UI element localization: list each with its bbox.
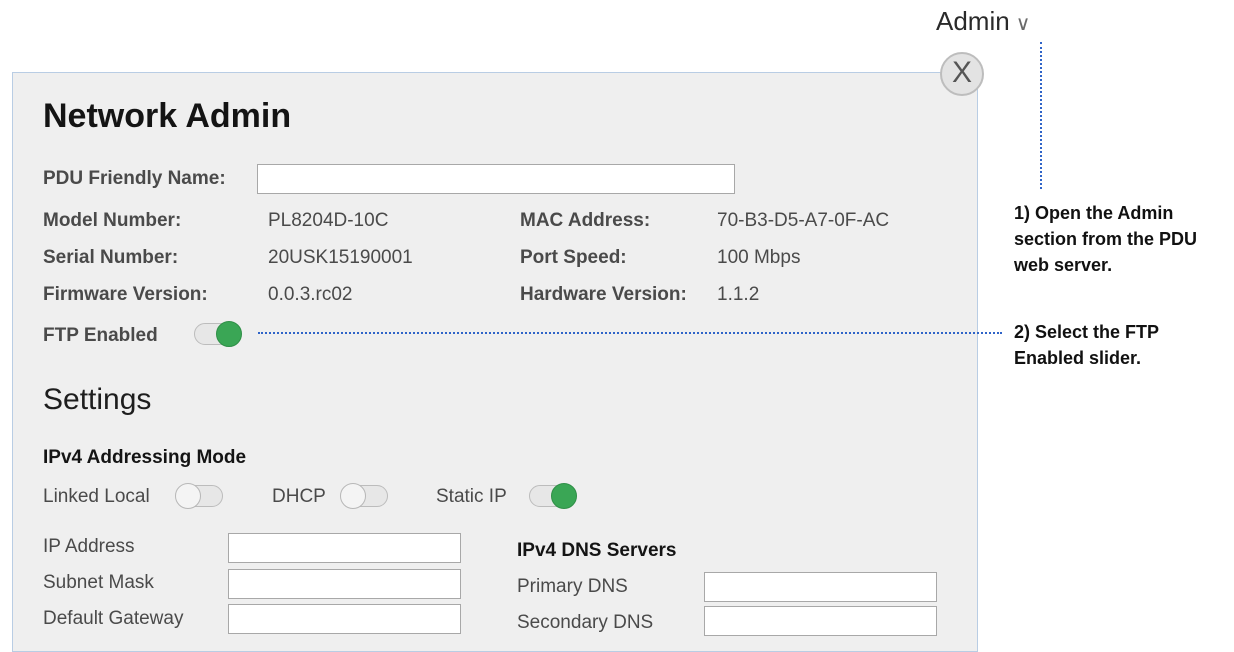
mac-address-label: MAC Address: xyxy=(520,210,651,231)
linked-local-toggle[interactable] xyxy=(175,483,223,509)
dns-servers-heading: IPv4 DNS Servers xyxy=(517,540,677,561)
toggle-knob xyxy=(551,483,577,509)
ftp-enabled-label: FTP Enabled xyxy=(43,325,158,346)
default-gateway-input[interactable] xyxy=(228,604,461,634)
toggle-knob xyxy=(216,321,242,347)
annotation-line: section from the PDU xyxy=(1014,229,1198,249)
subnet-mask-label: Subnet Mask xyxy=(43,572,154,593)
secondary-dns-label: Secondary DNS xyxy=(517,612,654,633)
firmware-version-label: Firmware Version: xyxy=(43,284,208,305)
firmware-version-value: 0.0.3.rc02 xyxy=(268,284,353,305)
annotation-connector-ftp xyxy=(258,332,1002,334)
annotation-step-2: 2) Select the FTP Enabled slider. xyxy=(1014,319,1159,371)
toggle-knob xyxy=(340,483,366,509)
admin-menu[interactable]: Admin ∨ xyxy=(936,6,1030,37)
close-button[interactable]: X xyxy=(940,52,984,96)
default-gateway-label: Default Gateway xyxy=(43,608,184,629)
secondary-dns-input[interactable] xyxy=(704,606,937,636)
hardware-version-label: Hardware Version: xyxy=(520,284,687,305)
friendly-name-label: PDU Friendly Name: xyxy=(43,168,226,189)
annotation-step-1: 1) Open the Admin section from the PDU w… xyxy=(1014,200,1197,278)
port-speed-value: 100 Mbps xyxy=(717,247,801,268)
mac-address-value: 70-B3-D5-A7-0F-AC xyxy=(717,210,890,231)
port-speed-label: Port Speed: xyxy=(520,247,627,268)
toggle-knob xyxy=(175,483,201,509)
serial-number-label: Serial Number: xyxy=(43,247,179,268)
dhcp-label: DHCP xyxy=(272,486,326,507)
ipv4-mode-heading: IPv4 Addressing Mode xyxy=(43,447,247,468)
page-title: Network Admin xyxy=(43,97,292,135)
dhcp-toggle[interactable] xyxy=(340,483,388,509)
chevron-down-icon: ∨ xyxy=(1015,13,1031,35)
settings-title: Settings xyxy=(43,383,152,416)
primary-dns-label: Primary DNS xyxy=(517,576,628,597)
linked-local-label: Linked Local xyxy=(43,486,150,507)
network-admin-panel xyxy=(12,72,978,652)
static-ip-label: Static IP xyxy=(436,486,507,507)
annotation-connector-admin xyxy=(1040,42,1042,189)
model-number-value: PL8204D-10C xyxy=(268,210,389,231)
hardware-version-value: 1.1.2 xyxy=(717,284,760,305)
annotation-line: 1) Open the Admin xyxy=(1014,203,1174,223)
friendly-name-input[interactable] xyxy=(257,164,735,194)
admin-menu-label: Admin xyxy=(936,6,1010,36)
primary-dns-input[interactable] xyxy=(704,572,937,602)
subnet-mask-input[interactable] xyxy=(228,569,461,599)
ip-address-input[interactable] xyxy=(228,533,461,563)
static-ip-toggle[interactable] xyxy=(529,483,577,509)
annotation-line: Enabled slider. xyxy=(1014,348,1142,368)
annotation-line: web server. xyxy=(1014,255,1113,275)
model-number-label: Model Number: xyxy=(43,210,182,231)
ip-address-label: IP Address xyxy=(43,536,135,557)
annotation-line: 2) Select the FTP xyxy=(1014,322,1160,342)
serial-number-value: 20USK15190001 xyxy=(268,247,413,268)
ftp-enabled-toggle[interactable] xyxy=(194,321,242,347)
